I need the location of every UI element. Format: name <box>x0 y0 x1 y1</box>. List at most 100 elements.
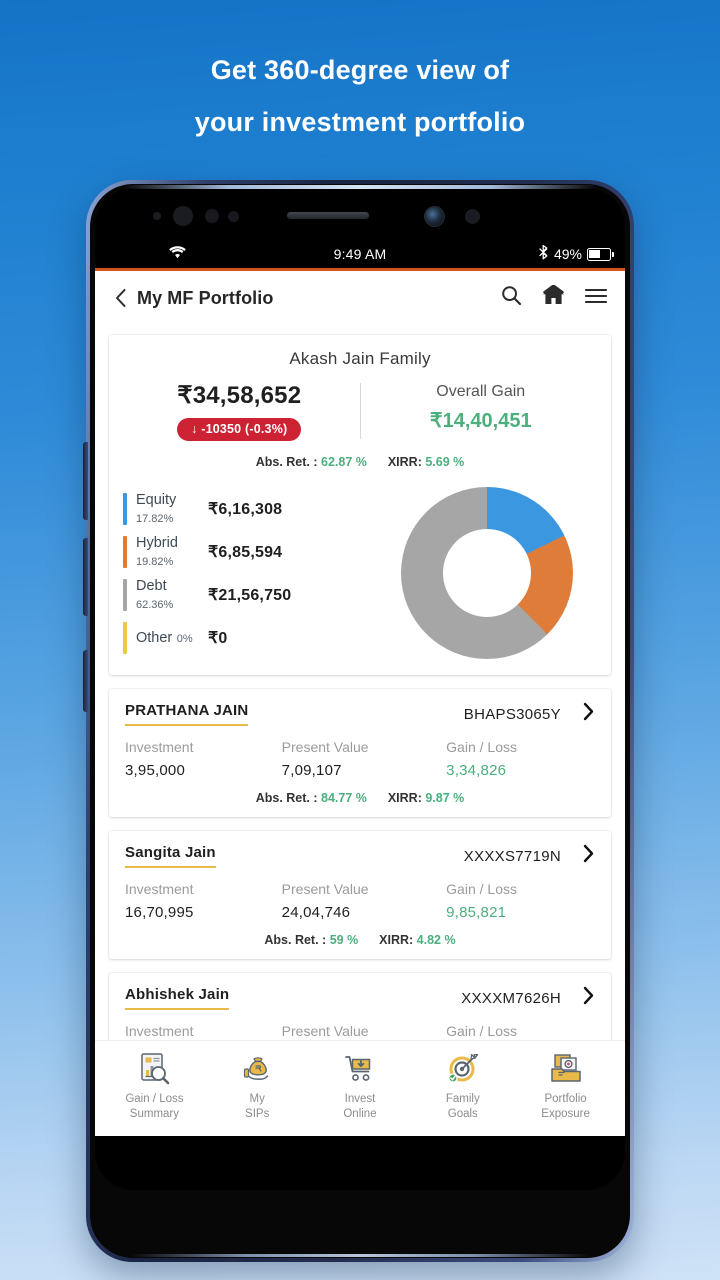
gain-loss-label: Gain / Loss <box>446 739 517 755</box>
allocation-label: Debt <box>136 577 167 594</box>
led-indicator-icon <box>465 209 480 224</box>
allocation-percent: 0% <box>176 632 193 645</box>
nav-item-portfolio-exposure[interactable]: Portfolio Exposure <box>514 1047 617 1121</box>
front-camera-icon <box>425 207 444 226</box>
phone-screen-frame: 9:49 AM 49% My MF Portfolio Akash Jain F… <box>90 184 630 1258</box>
nav-label-line2: Summary <box>129 1108 179 1120</box>
present-value-label: Present Value <box>281 1023 369 1039</box>
family-summary-card[interactable]: Akash Jain Family ₹34,58,652 ↓ -10350 (-… <box>109 335 611 675</box>
allocation-label: Equity <box>136 491 177 508</box>
allocation-item-other[interactable]: Other 0% ₹0 <box>123 616 373 659</box>
gain-loss-label: Gain / Loss <box>446 1023 517 1039</box>
allocation-percent: 62.36% <box>136 598 174 611</box>
promo-line-2: your investment portfolio <box>194 107 526 137</box>
home-icon[interactable] <box>542 284 565 311</box>
investment-label: Investment <box>125 881 194 897</box>
light-sensor-icon <box>205 209 219 223</box>
member-abs-ret-value: 59 % <box>329 933 359 947</box>
nav-label-line1: My <box>249 1093 265 1105</box>
nav-item-family-goals[interactable]: Family Goals <box>411 1047 514 1121</box>
chevron-right-icon[interactable] <box>573 844 595 868</box>
page-title: My MF Portfolio <box>137 287 274 308</box>
legend-color-swatch <box>123 578 127 611</box>
overall-gain-value: ₹14,40,451 <box>429 410 532 432</box>
nav-label-line2: Goals <box>447 1108 478 1120</box>
nav-item-my-sips[interactable]: My SIPs <box>206 1047 309 1121</box>
total-portfolio-value: ₹34,58,652 <box>177 382 302 409</box>
donut-chart-ring <box>401 487 573 659</box>
chevron-right-icon[interactable] <box>573 702 595 726</box>
status-bar: 9:49 AM 49% <box>95 240 625 268</box>
member-abs-ret-label: Abs. Ret. : <box>264 933 327 947</box>
earpiece-speaker <box>287 212 369 219</box>
shopping-cart-icon <box>309 1047 412 1091</box>
chevron-right-icon[interactable] <box>573 986 595 1010</box>
allocation-item-hybrid[interactable]: Hybrid 19.82% ₹6,85,594 <box>123 530 373 573</box>
volume-down-button[interactable] <box>83 538 88 616</box>
gain-loss-value: 9,85,821 <box>446 904 507 921</box>
member-xirr-label: XIRR: <box>387 791 422 805</box>
member-card[interactable]: Sangita Jain XXXXS7719N Investment 16,70,… <box>109 831 611 959</box>
asset-allocation-section: Equity 17.82% ₹6,16,308 Hybrid 19.82% ₹6… <box>109 481 611 675</box>
app-screen: My MF Portfolio Akash Jain Family ₹34,58… <box>95 268 625 1136</box>
gain-loss-report-icon <box>103 1047 206 1091</box>
gain-loss-value: 3,34,826 <box>446 762 507 779</box>
member-pan: XXXXM7626H <box>461 989 561 1007</box>
allocation-donut-chart[interactable] <box>373 483 601 659</box>
member-xirr-value: 4.82 % <box>416 933 456 947</box>
nav-label-line2: SIPs <box>245 1108 270 1120</box>
back-chevron-icon[interactable] <box>109 287 131 309</box>
member-card[interactable]: Abhishek Jain XXXXM7626H Investment2,24,… <box>109 973 611 1040</box>
summary-abs-ret-value: 62.87 % <box>321 455 367 469</box>
nav-item-gain-loss-summary[interactable]: Gain / Loss Summary <box>103 1047 206 1121</box>
nav-label-line1: Gain / Loss <box>125 1093 184 1105</box>
investment-value: 16,70,995 <box>125 904 194 921</box>
portfolio-content[interactable]: Akash Jain Family ₹34,58,652 ↓ -10350 (-… <box>95 325 625 1040</box>
side-assistant-button[interactable] <box>83 650 88 712</box>
investment-label: Investment <box>125 1023 194 1039</box>
promo-line-1: Get 360-degree view of <box>210 55 510 85</box>
summary-returns-row: Abs. Ret. : 62.87 % XIRR: 5.69 % <box>109 441 611 481</box>
nav-item-invest-online[interactable]: Invest Online <box>309 1047 412 1121</box>
phone-mockup: 9:49 AM 49% My MF Portfolio Akash Jain F… <box>83 180 634 1262</box>
status-bar-right-cluster: 49% <box>538 240 614 268</box>
nav-label-line1: Invest <box>344 1093 376 1105</box>
investment-label: Investment <box>125 739 194 755</box>
legend-color-swatch <box>123 621 127 654</box>
member-pan: BHAPS3065Y <box>463 705 561 723</box>
present-value: 24,04,746 <box>281 904 351 921</box>
member-card[interactable]: PRATHANA JAIN BHAPS3065Y Investment 3,95,… <box>109 689 611 817</box>
member-name: PRATHANA JAIN <box>125 702 249 726</box>
allocation-amount: ₹6,16,308 <box>208 500 283 518</box>
allocation-label: Hybrid <box>136 534 178 551</box>
allocation-percent: 17.82% <box>136 512 174 525</box>
summary-figures-row: ₹34,58,652 ↓ -10350 (-0.3%) Overall Gain… <box>109 379 611 441</box>
frame-top-highlight <box>124 185 596 189</box>
allocation-item-debt[interactable]: Debt 62.36% ₹21,56,750 <box>123 573 373 616</box>
allocation-item-equity[interactable]: Equity 17.82% ₹6,16,308 <box>123 487 373 530</box>
hamburger-menu-icon[interactable] <box>584 288 608 309</box>
app-bar: My MF Portfolio <box>95 271 625 325</box>
nav-label-line1: Portfolio <box>544 1093 587 1105</box>
bottom-navigation-bar: Gain / Loss Summary My SIPs Invest Onlin… <box>95 1040 625 1136</box>
battery-icon <box>587 247 614 261</box>
member-xirr-label: XIRR: <box>379 933 414 947</box>
allocation-legend: Equity 17.82% ₹6,16,308 Hybrid 19.82% ₹6… <box>123 483 373 659</box>
family-name: Akash Jain Family <box>289 349 431 368</box>
gain-loss-label: Gain / Loss <box>446 881 517 897</box>
search-icon[interactable] <box>501 285 522 311</box>
legend-color-swatch <box>123 492 127 525</box>
iris-scanner-icon <box>173 206 193 226</box>
day-change-badge: ↓ -10350 (-0.3%) <box>177 418 302 441</box>
investment-value: 3,95,000 <box>125 762 185 779</box>
money-bag-hand-icon <box>206 1047 309 1091</box>
present-value-label: Present Value <box>281 881 369 897</box>
battery-percent-label: 49% <box>553 246 582 262</box>
nav-label-line2: Online <box>343 1108 377 1120</box>
volume-up-button[interactable] <box>83 442 88 520</box>
ir-sensor-icon <box>228 211 239 222</box>
member-abs-ret-value: 84.77 % <box>321 791 367 805</box>
bluetooth-icon <box>538 244 549 263</box>
promo-headline: Get 360-degree view of your investment p… <box>0 44 720 148</box>
total-value-block: ₹34,58,652 ↓ -10350 (-0.3%) <box>119 379 360 441</box>
